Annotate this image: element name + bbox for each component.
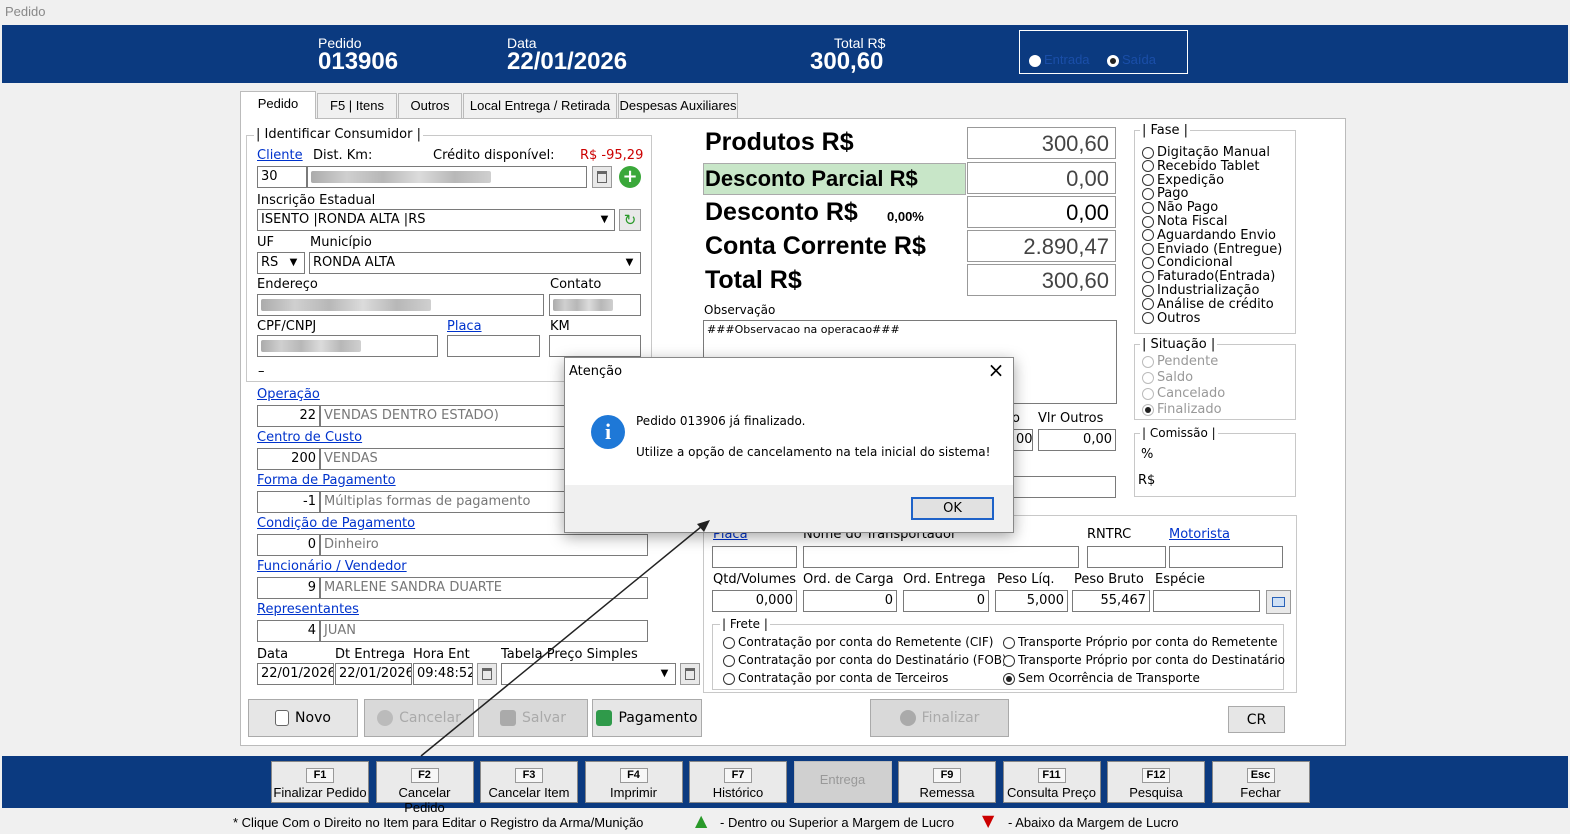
arrow-line: [420, 521, 708, 757]
annotation-arrow: [420, 520, 710, 757]
tab-pedido[interactable]: Pedido: [240, 91, 316, 119]
arrow-head: [697, 520, 710, 532]
